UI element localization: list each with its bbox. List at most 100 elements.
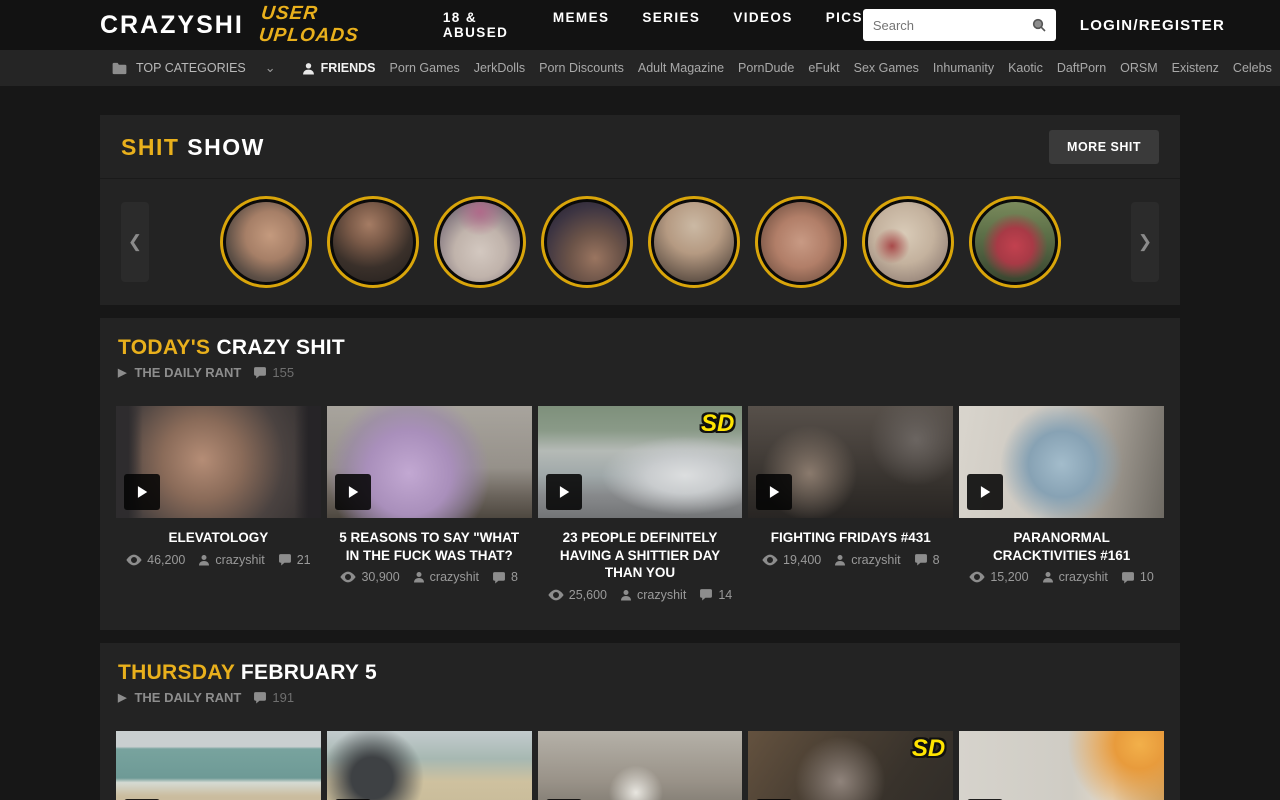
video-title[interactable]: 5 REASONS TO SAY "WHAT IN THE FUCK WAS T…: [327, 529, 532, 564]
eye-icon: [126, 554, 142, 566]
shit-show-header: SHIT SHOW MORE SHIT: [100, 115, 1180, 179]
search-icon[interactable]: [1031, 17, 1047, 33]
uploader-name: crazyshit: [637, 588, 686, 602]
comments-stat: 14: [699, 588, 732, 602]
views-stat: 15,200: [969, 570, 1028, 584]
partner-link[interactable]: Porn Discounts: [539, 61, 624, 75]
views-count: 15,200: [990, 570, 1028, 584]
more-shit-button[interactable]: MORE SHIT: [1049, 130, 1159, 164]
shit-show-title-rest: SHOW: [187, 134, 265, 160]
eye-icon: [969, 571, 985, 583]
video-thumbnail[interactable]: [959, 406, 1164, 518]
video-thumbnail[interactable]: [327, 406, 532, 518]
video-title[interactable]: PARANORMAL CRACKTIVITIES #161: [959, 529, 1164, 564]
video-stats: 15,200 crazyshit 10: [959, 570, 1164, 584]
site-logo[interactable]: CRAZYSHI: [100, 11, 244, 40]
partner-link[interactable]: Adult Magazine: [638, 61, 724, 75]
partner-link[interactable]: Porn Games: [390, 61, 460, 75]
sub-nav: TOP CATEGORIES ⌄ FRIENDS Porn Games JerkD…: [0, 50, 1280, 86]
daily-rant-comment-count: 155: [272, 365, 294, 380]
comments-stat: 8: [914, 553, 940, 567]
carousel-next-button[interactable]: ❯: [1131, 202, 1159, 282]
partner-link[interactable]: ORSM: [1120, 61, 1158, 75]
partner-link[interactable]: Celebs: [1233, 61, 1272, 75]
comment-icon: [914, 553, 928, 566]
carousel-thumb[interactable]: [651, 199, 737, 285]
partner-link[interactable]: JerkDolls: [474, 61, 525, 75]
views-count: 30,900: [361, 570, 399, 584]
video-thumbnail[interactable]: [116, 406, 321, 518]
video-cards-row: SD: [116, 731, 1164, 800]
section-title: THURSDAY FEBRUARY 5: [116, 661, 1164, 685]
uploader-stat: crazyshit: [413, 570, 479, 584]
main-nav-item[interactable]: VIDEOS: [733, 10, 792, 40]
section-title-accent: TODAY'S: [118, 336, 210, 359]
main-nav-item[interactable]: MEMES: [553, 10, 610, 40]
eye-icon: [548, 589, 564, 601]
main-nav: 18 & ABUSED MEMES SERIES VIDEOS PICS: [443, 10, 863, 40]
partner-link[interactable]: DaftPorn: [1057, 61, 1106, 75]
comments-stat: 10: [1121, 570, 1154, 584]
section-title: TODAY'S CRAZY SHIT: [116, 336, 1164, 360]
chevron-down-icon: ⌄: [265, 65, 276, 72]
uploader-stat: crazyshit: [1042, 570, 1108, 584]
video-card: [327, 731, 532, 800]
play-button-icon: [335, 474, 371, 510]
carousel-thumb[interactable]: [437, 199, 523, 285]
partner-link[interactable]: Inhumanity: [933, 61, 994, 75]
video-card: [538, 731, 743, 800]
friends-link[interactable]: FRIENDS: [302, 61, 376, 75]
main-nav-item[interactable]: 18 & ABUSED: [443, 10, 520, 40]
video-thumbnail[interactable]: [748, 406, 953, 518]
carousel-thumb[interactable]: [865, 199, 951, 285]
search-input[interactable]: [873, 18, 1031, 33]
comment-icon: [699, 588, 713, 601]
carousel-thumb[interactable]: [758, 199, 844, 285]
folder-icon: [112, 62, 127, 75]
views-stat: 19,400: [762, 553, 821, 567]
comments-stat: 21: [278, 553, 311, 567]
uploader-name: crazyshit: [1059, 570, 1108, 584]
carousel-thumb[interactable]: [544, 199, 630, 285]
video-card: [959, 731, 1164, 800]
uploader-name: crazyshit: [215, 553, 264, 567]
uploader-stat: crazyshit: [198, 553, 264, 567]
video-thumbnail[interactable]: [116, 731, 321, 800]
sd-badge: SD: [912, 735, 945, 763]
video-title[interactable]: FIGHTING FRIDAYS #431: [748, 529, 953, 547]
top-categories-dropdown[interactable]: TOP CATEGORIES ⌄: [112, 61, 276, 75]
partner-links: Porn Games JerkDolls Porn Discounts Adult M…: [390, 61, 1280, 75]
video-thumbnail[interactable]: [959, 731, 1164, 800]
video-thumbnail[interactable]: [327, 731, 532, 800]
video-title[interactable]: 23 PEOPLE DEFINITELY HAVING A SHITTIER D…: [538, 529, 743, 582]
comment-icon: [278, 553, 292, 566]
daily-rant-link[interactable]: ▶ THE DAILY RANT 191: [116, 690, 1164, 705]
video-thumbnail[interactable]: SD: [748, 731, 953, 800]
video-cards-row: ELEVATOLOGY 46,200 crazyshit: [116, 406, 1164, 602]
partner-link[interactable]: eFukt: [808, 61, 839, 75]
play-button-icon: [124, 474, 160, 510]
main-nav-item[interactable]: SERIES: [642, 10, 700, 40]
login-register-link[interactable]: LOGIN/REGISTER: [1080, 17, 1225, 34]
video-thumbnail[interactable]: SD: [538, 406, 743, 518]
video-thumbnail[interactable]: [538, 731, 743, 800]
carousel-prev-button[interactable]: ❮: [121, 202, 149, 282]
partner-link[interactable]: PornDude: [738, 61, 794, 75]
partner-link[interactable]: Kaotic: [1008, 61, 1043, 75]
shit-show-panel: SHIT SHOW MORE SHIT ❮ ❯: [100, 115, 1180, 305]
comment-icon: [253, 691, 267, 704]
main-nav-item[interactable]: PICS: [826, 10, 863, 40]
views-stat: 46,200: [126, 553, 185, 567]
search-box[interactable]: [863, 9, 1056, 41]
carousel-thumb[interactable]: [223, 199, 309, 285]
daily-rant-link[interactable]: ▶ THE DAILY RANT 155: [116, 365, 1164, 380]
comment-icon: [492, 571, 506, 584]
carousel-thumb[interactable]: [330, 199, 416, 285]
partner-link[interactable]: Existenz: [1172, 61, 1219, 75]
carousel-thumb[interactable]: [972, 199, 1058, 285]
video-title[interactable]: ELEVATOLOGY: [116, 529, 321, 547]
shit-show-carousel: ❮ ❯: [100, 179, 1180, 305]
comments-count: 21: [297, 553, 311, 567]
partner-link[interactable]: Sex Games: [854, 61, 919, 75]
uploader-stat: crazyshit: [834, 553, 900, 567]
